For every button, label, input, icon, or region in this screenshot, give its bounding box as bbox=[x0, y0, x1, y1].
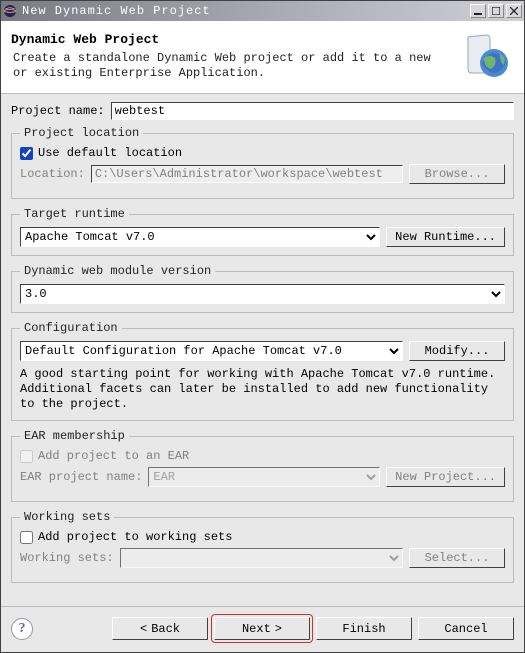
workingsets-label: Working sets: bbox=[20, 551, 114, 565]
help-icon: ? bbox=[19, 621, 26, 637]
cancel-label: Cancel bbox=[444, 622, 487, 636]
banner-description: Create a standalone Dynamic Web project … bbox=[11, 51, 431, 81]
back-label: Back bbox=[151, 622, 180, 636]
next-label: Next bbox=[242, 622, 271, 636]
close-button[interactable] bbox=[506, 4, 522, 18]
location-row: Location: Browse... bbox=[20, 164, 505, 184]
browse-button: Browse... bbox=[409, 164, 505, 184]
use-default-location-input[interactable] bbox=[20, 147, 33, 160]
runtime-row: Apache Tomcat v7.0 New Runtime... bbox=[20, 227, 505, 247]
configuration-group: Configuration Default Configuration for … bbox=[11, 321, 514, 421]
dwmv-select[interactable]: 3.0 bbox=[20, 284, 505, 304]
target-runtime-legend: Target runtime bbox=[20, 207, 129, 221]
finish-button[interactable]: Finish bbox=[316, 617, 412, 640]
chevron-left-icon: < bbox=[140, 622, 147, 636]
banner-globe-icon bbox=[460, 29, 514, 83]
target-runtime-group: Target runtime Apache Tomcat v7.0 New Ru… bbox=[11, 207, 514, 256]
workingsets-group: Working sets Add project to working sets… bbox=[11, 510, 514, 583]
wizard-button-row: ? < Back Next > Finish Cancel bbox=[1, 607, 524, 652]
ear-proj-label: EAR project name: bbox=[20, 470, 142, 484]
runtime-select[interactable]: Apache Tomcat v7.0 bbox=[20, 227, 380, 247]
ear-proj-select: EAR bbox=[148, 467, 380, 487]
finish-label: Finish bbox=[342, 622, 385, 636]
project-name-row: Project name: bbox=[11, 102, 514, 120]
new-runtime-button[interactable]: New Runtime... bbox=[386, 227, 505, 247]
workingsets-legend: Working sets bbox=[20, 510, 114, 524]
location-input bbox=[91, 165, 403, 183]
ear-group: EAR membership Add project to an EAR EAR… bbox=[11, 429, 514, 502]
use-default-location-checkbox[interactable]: Use default location bbox=[20, 146, 505, 160]
new-project-button: New Project... bbox=[386, 467, 505, 487]
add-workingsets-input[interactable] bbox=[20, 531, 33, 544]
wizard-banner: Dynamic Web Project Create a standalone … bbox=[1, 21, 524, 94]
project-location-legend: Project location bbox=[20, 126, 143, 140]
help-button[interactable]: ? bbox=[11, 618, 33, 640]
cancel-button[interactable]: Cancel bbox=[418, 617, 514, 640]
add-ear-label: Add project to an EAR bbox=[38, 449, 189, 463]
window-title: New Dynamic Web Project bbox=[22, 4, 468, 18]
dwmv-row: 3.0 bbox=[20, 284, 505, 304]
ear-proj-row: EAR project name: EAR New Project... bbox=[20, 467, 505, 487]
configuration-select[interactable]: Default Configuration for Apache Tomcat … bbox=[20, 341, 403, 361]
add-ear-checkbox[interactable]: Add project to an EAR bbox=[20, 449, 505, 463]
add-workingsets-label: Add project to working sets bbox=[38, 530, 232, 544]
configuration-description: A good starting point for working with A… bbox=[20, 367, 505, 412]
dialog-window: New Dynamic Web Project Dynamic Web Proj… bbox=[0, 0, 525, 653]
modify-button[interactable]: Modify... bbox=[409, 341, 505, 361]
configuration-legend: Configuration bbox=[20, 321, 122, 335]
dwmv-group: Dynamic web module version 3.0 bbox=[11, 264, 514, 313]
configuration-row: Default Configuration for Apache Tomcat … bbox=[20, 341, 505, 361]
banner-title: Dynamic Web Project bbox=[11, 32, 460, 47]
location-label: Location: bbox=[20, 167, 85, 181]
back-button[interactable]: < Back bbox=[112, 617, 208, 640]
project-name-input[interactable] bbox=[111, 102, 514, 120]
titlebar: New Dynamic Web Project bbox=[1, 1, 524, 21]
workingsets-row: Working sets: Select... bbox=[20, 548, 505, 568]
maximize-button[interactable] bbox=[488, 4, 504, 18]
content-area: Project name: Project location Use defau… bbox=[1, 94, 524, 606]
workingsets-select bbox=[120, 548, 403, 568]
minimize-button[interactable] bbox=[470, 4, 486, 18]
dwmv-legend: Dynamic web module version bbox=[20, 264, 215, 278]
ear-legend: EAR membership bbox=[20, 429, 129, 443]
window-controls bbox=[468, 4, 522, 18]
select-workingsets-button: Select... bbox=[409, 548, 505, 568]
next-button[interactable]: Next > bbox=[214, 617, 310, 640]
add-ear-input bbox=[20, 450, 33, 463]
project-name-label: Project name: bbox=[11, 104, 105, 118]
project-location-group: Project location Use default location Lo… bbox=[11, 126, 514, 199]
add-workingsets-checkbox[interactable]: Add project to working sets bbox=[20, 530, 505, 544]
use-default-location-label: Use default location bbox=[38, 146, 182, 160]
chevron-right-icon: > bbox=[275, 622, 282, 636]
eclipse-icon bbox=[3, 4, 17, 18]
